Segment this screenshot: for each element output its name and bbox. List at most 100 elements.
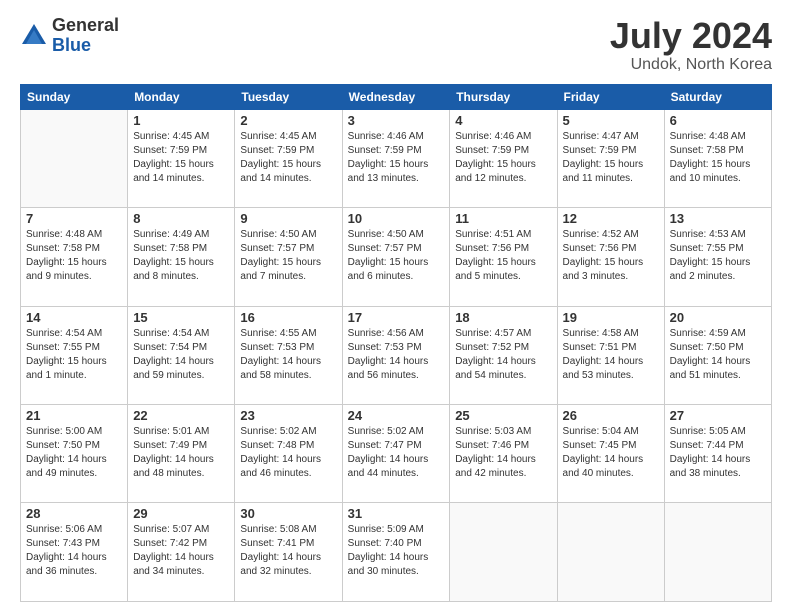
day-number: 15 [133,310,229,325]
logo: General Blue [20,16,119,56]
day-number: 9 [240,211,336,226]
day-number: 31 [348,506,445,521]
calendar-cell: 24 Sunrise: 5:02 AMSunset: 7:47 PMDayligh… [342,405,450,503]
calendar-cell: 8Sunrise: 4:49 AMSunset: 7:58 PMDaylight… [128,208,235,306]
day-number: 21 [26,408,122,423]
calendar: SundayMondayTuesdayWednesdayThursdayFrid… [20,84,772,602]
calendar-cell [664,503,771,602]
logo-text: General Blue [52,16,119,56]
day-number: 14 [26,310,122,325]
day-number: 23 [240,408,336,423]
calendar-cell: 21 Sunrise: 5:00 AMSunset: 7:50 PMDayligh… [21,405,128,503]
day-info: Sunrise: 4:53 AMSunset: 7:55 PMDaylight:… [670,228,766,284]
day-info: Sunrise: 4:50 AMSunset: 7:57 PMDaylight:… [240,228,336,284]
calendar-cell: 14 Sunrise: 4:54 AMSunset: 7:55 PMDayligh… [21,306,128,404]
calendar-cell: 27 Sunrise: 5:05 AMSunset: 7:44 PMDayligh… [664,405,771,503]
day-info: Sunrise: 4:57 AMSunset: 7:52 PMDaylight:… [455,327,551,383]
day-number: 1 [133,113,229,128]
day-number: 22 [133,408,229,423]
day-info: Sunrise: 4:55 AMSunset: 7:53 PMDaylight:… [240,327,336,383]
day-number: 20 [670,310,766,325]
calendar-cell: 26 Sunrise: 5:04 AMSunset: 7:45 PMDayligh… [557,405,664,503]
day-info: Sunrise: 4:54 AMSunset: 7:55 PMDaylight:… [26,327,122,383]
day-number: 4 [455,113,551,128]
calendar-week-row: 7 Sunrise: 4:48 AMSunset: 7:58 PMDaylight… [21,208,772,306]
weekday-header: Friday [557,84,664,109]
day-number: 12 [563,211,659,226]
calendar-cell: 11Sunrise: 4:51 AMSunset: 7:56 PMDayligh… [450,208,557,306]
calendar-cell: 20 Sunrise: 4:59 AMSunset: 7:50 PMDayligh… [664,306,771,404]
calendar-cell: 30 Sunrise: 5:08 AMSunset: 7:41 PMDayligh… [235,503,342,602]
calendar-cell: 3 Sunrise: 4:46 AMSunset: 7:59 PMDaylight… [342,109,450,207]
weekday-header: Tuesday [235,84,342,109]
calendar-cell: 15Sunrise: 4:54 AMSunset: 7:54 PMDayligh… [128,306,235,404]
calendar-cell [450,503,557,602]
day-info: Sunrise: 5:08 AMSunset: 7:41 PMDaylight:… [240,523,336,579]
day-info: Sunrise: 4:52 AMSunset: 7:56 PMDaylight:… [563,228,659,284]
calendar-cell [557,503,664,602]
calendar-cell: 29 Sunrise: 5:07 AMSunset: 7:42 PMDayligh… [128,503,235,602]
day-info: Sunrise: 4:49 AMSunset: 7:58 PMDaylight:… [133,228,229,284]
day-number: 16 [240,310,336,325]
day-info: Sunrise: 5:01 AMSunset: 7:49 PMDaylight:… [133,425,229,481]
weekday-header: Wednesday [342,84,450,109]
day-info: Sunrise: 5:00 AMSunset: 7:50 PMDaylight:… [26,425,122,481]
calendar-cell: 25Sunrise: 5:03 AMSunset: 7:46 PMDayligh… [450,405,557,503]
calendar-cell: 6 Sunrise: 4:48 AMSunset: 7:58 PMDaylight… [664,109,771,207]
day-info: Sunrise: 4:50 AMSunset: 7:57 PMDaylight:… [348,228,445,284]
day-info: Sunrise: 4:48 AMSunset: 7:58 PMDaylight:… [670,130,766,186]
calendar-cell: 7 Sunrise: 4:48 AMSunset: 7:58 PMDaylight… [21,208,128,306]
day-info: Sunrise: 4:48 AMSunset: 7:58 PMDaylight:… [26,228,122,284]
title-block: July 2024 Undok, North Korea [610,16,772,74]
day-number: 26 [563,408,659,423]
day-info: Sunrise: 5:04 AMSunset: 7:45 PMDaylight:… [563,425,659,481]
day-number: 27 [670,408,766,423]
day-info: Sunrise: 4:58 AMSunset: 7:51 PMDaylight:… [563,327,659,383]
day-number: 25 [455,408,551,423]
day-number: 6 [670,113,766,128]
calendar-week-row: 14 Sunrise: 4:54 AMSunset: 7:55 PMDayligh… [21,306,772,404]
weekday-header: Monday [128,84,235,109]
day-info: Sunrise: 4:45 AMSunset: 7:59 PMDaylight:… [240,130,336,186]
day-number: 7 [26,211,122,226]
location-subtitle: Undok, North Korea [610,56,772,74]
weekday-header: Thursday [450,84,557,109]
weekday-header: Saturday [664,84,771,109]
day-info: Sunrise: 5:02 AMSunset: 7:48 PMDaylight:… [240,425,336,481]
calendar-week-row: 28Sunrise: 5:06 AMSunset: 7:43 PMDayligh… [21,503,772,602]
day-number: 3 [348,113,445,128]
day-number: 30 [240,506,336,521]
day-number: 5 [563,113,659,128]
calendar-week-row: 21 Sunrise: 5:00 AMSunset: 7:50 PMDayligh… [21,405,772,503]
day-info: Sunrise: 5:09 AMSunset: 7:40 PMDaylight:… [348,523,445,579]
calendar-cell: 18 Sunrise: 4:57 AMSunset: 7:52 PMDayligh… [450,306,557,404]
weekday-header-row: SundayMondayTuesdayWednesdayThursdayFrid… [21,84,772,109]
logo-blue-label: Blue [52,36,119,56]
day-number: 28 [26,506,122,521]
calendar-cell: 12 Sunrise: 4:52 AMSunset: 7:56 PMDayligh… [557,208,664,306]
day-number: 2 [240,113,336,128]
day-number: 24 [348,408,445,423]
header: General Blue July 2024 Undok, North Kore… [20,16,772,74]
day-info: Sunrise: 4:59 AMSunset: 7:50 PMDaylight:… [670,327,766,383]
calendar-cell: 10Sunrise: 4:50 AMSunset: 7:57 PMDayligh… [342,208,450,306]
day-info: Sunrise: 5:05 AMSunset: 7:44 PMDaylight:… [670,425,766,481]
calendar-cell: 16 Sunrise: 4:55 AMSunset: 7:53 PMDayligh… [235,306,342,404]
day-number: 18 [455,310,551,325]
day-info: Sunrise: 5:02 AMSunset: 7:47 PMDaylight:… [348,425,445,481]
weekday-header: Sunday [21,84,128,109]
calendar-cell: 13Sunrise: 4:53 AMSunset: 7:55 PMDayligh… [664,208,771,306]
calendar-cell: 9 Sunrise: 4:50 AMSunset: 7:57 PMDaylight… [235,208,342,306]
day-info: Sunrise: 4:46 AMSunset: 7:59 PMDaylight:… [348,130,445,186]
calendar-cell: 2 Sunrise: 4:45 AMSunset: 7:59 PMDaylight… [235,109,342,207]
day-info: Sunrise: 4:46 AMSunset: 7:59 PMDaylight:… [455,130,551,186]
calendar-cell: 31 Sunrise: 5:09 AMSunset: 7:40 PMDayligh… [342,503,450,602]
day-number: 29 [133,506,229,521]
month-title: July 2024 [610,16,772,56]
day-info: Sunrise: 4:56 AMSunset: 7:53 PMDaylight:… [348,327,445,383]
day-info: Sunrise: 5:07 AMSunset: 7:42 PMDaylight:… [133,523,229,579]
calendar-cell: 5Sunrise: 4:47 AMSunset: 7:59 PMDaylight… [557,109,664,207]
calendar-cell: 1 Sunrise: 4:45 AMSunset: 7:59 PMDaylight… [128,109,235,207]
day-info: Sunrise: 4:45 AMSunset: 7:59 PMDaylight:… [133,130,229,186]
day-number: 17 [348,310,445,325]
